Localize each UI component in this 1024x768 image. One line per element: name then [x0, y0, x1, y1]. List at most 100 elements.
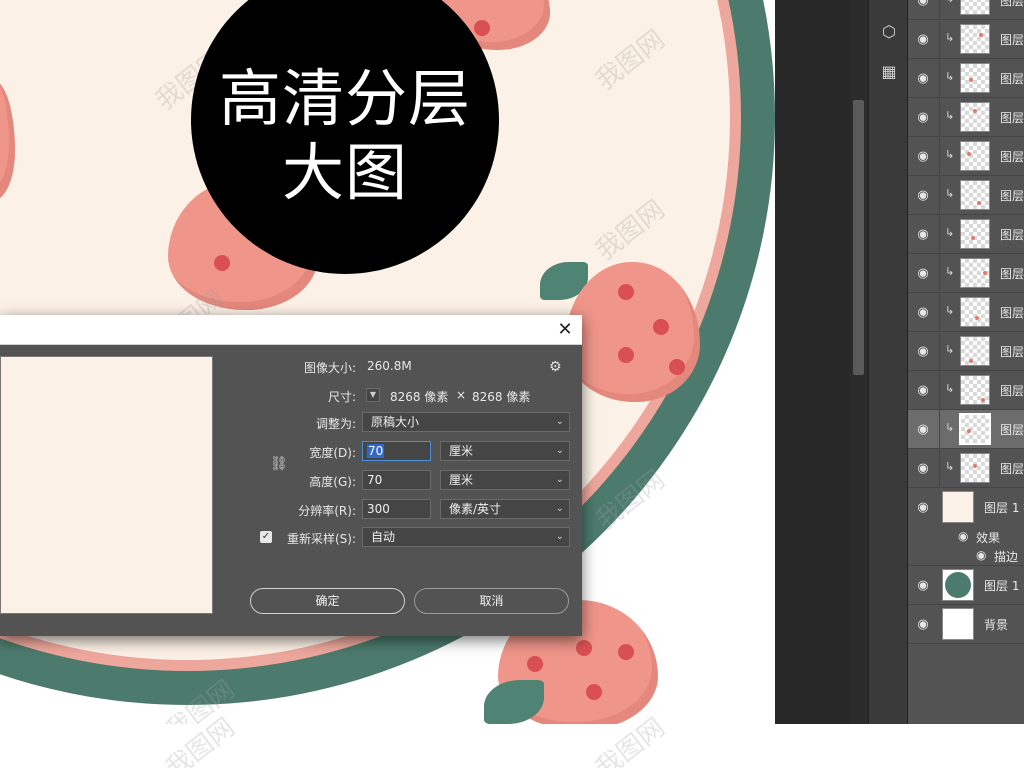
layer-name[interactable]: 图层 — [1000, 421, 1024, 438]
layer-thumbnail — [960, 24, 990, 54]
layer-name[interactable]: 图层 — [1000, 460, 1024, 477]
close-icon[interactable]: ✕ — [553, 319, 577, 341]
layer-name[interactable]: 图层 1 — [984, 577, 1019, 594]
layer-name[interactable]: 图层 — [1000, 265, 1024, 282]
layer-thumbnail — [960, 375, 990, 405]
cancel-button[interactable]: 取消 — [414, 588, 569, 614]
strawberry-seed — [527, 656, 543, 672]
layer-name[interactable]: 图层 — [1000, 343, 1024, 360]
layer-name[interactable]: 图层 — [1000, 382, 1024, 399]
effects-eye-icon[interactable]: ◉ — [958, 529, 968, 543]
layer-row[interactable]: ◉ ↳ 图层 — [908, 371, 1024, 410]
visibility-eye-icon[interactable]: ◉ — [915, 32, 931, 48]
layer-row[interactable]: ◉ ↳ 图层 — [908, 0, 1024, 20]
layer-name[interactable]: 图层 — [1000, 304, 1024, 321]
resolution-value: 300 — [367, 502, 390, 516]
strawberry-seed — [586, 684, 602, 700]
strawberry-seed — [618, 644, 634, 660]
layer-name[interactable]: 图层 — [1000, 226, 1024, 243]
layer-name[interactable]: 图层 — [1000, 31, 1024, 48]
layer-row-selected[interactable]: ◉ ↳ 图层 — [908, 410, 1024, 449]
layer-row[interactable]: ◉ ↳ 图层 — [908, 332, 1024, 371]
visibility-eye-icon[interactable]: ◉ — [915, 188, 931, 204]
resolution-unit-select[interactable]: 像素/英寸 ⌄ — [440, 499, 570, 519]
resample-select[interactable]: 自动 ⌄ — [362, 527, 570, 547]
resolution-input[interactable]: 300 — [362, 499, 431, 519]
layer-name[interactable]: 图层 — [1000, 148, 1024, 165]
layer-name[interactable]: 图层 — [1000, 70, 1024, 87]
column-divider — [939, 215, 940, 254]
visibility-eye-icon[interactable]: ◉ — [915, 383, 931, 399]
3d-cube-icon[interactable]: ⬡ — [875, 18, 903, 46]
link-constrain-icon[interactable]: ⛓ — [270, 456, 288, 472]
visibility-eye-icon[interactable]: ◉ — [915, 344, 931, 360]
stroke-label: 描边 — [994, 550, 1019, 564]
visibility-eye-icon[interactable]: ◉ — [915, 461, 931, 477]
chevron-down-icon[interactable]: ▼ — [366, 388, 380, 402]
visibility-eye-icon[interactable]: ◉ — [915, 71, 931, 87]
layer-thumbnail — [942, 491, 974, 523]
width-unit-select[interactable]: 厘米 ⌄ — [440, 441, 570, 461]
clipping-mask-icon: ↳ — [945, 70, 955, 83]
clipping-mask-icon: ↳ — [945, 304, 955, 317]
layer-row-background[interactable]: ◉ 背景 — [908, 605, 1024, 644]
width-label: 宽度(D): — [309, 446, 356, 460]
width-value: 70 — [367, 444, 385, 458]
layer-row[interactable]: ◉ ↳ 图层 — [908, 449, 1024, 488]
gear-icon[interactable]: ⚙ — [549, 359, 562, 375]
stroke-eye-icon[interactable]: ◉ — [976, 548, 986, 562]
chevron-down-icon: ⌄ — [555, 474, 564, 485]
strawberry-seed — [576, 640, 592, 656]
layer-row[interactable]: ◉ ↳ 图层 — [908, 254, 1024, 293]
scrollbar-thumb[interactable] — [853, 100, 864, 375]
layer-row[interactable]: ◉ ↳ 图层 — [908, 20, 1024, 59]
width-unit-value: 厘米 — [449, 444, 474, 458]
3d-layers-icon[interactable]: ▦ — [875, 58, 903, 86]
layer-thumbnail — [942, 608, 974, 640]
visibility-eye-icon[interactable]: ◉ — [915, 266, 931, 282]
chevron-down-icon: ⌄ — [555, 445, 564, 456]
layer-row-layer-1-copy[interactable]: ◉ 图层 1 拷 — [908, 488, 1024, 526]
layer-name[interactable]: 图层 — [1000, 109, 1024, 126]
visibility-eye-icon[interactable]: ◉ — [915, 500, 931, 516]
visibility-eye-icon[interactable]: ◉ — [915, 0, 931, 9]
clipping-mask-icon: ↳ — [945, 226, 955, 239]
layer-row[interactable]: ◉ ↳ 图层 — [908, 215, 1024, 254]
layer-thumbnail — [960, 0, 990, 15]
visibility-eye-icon[interactable]: ◉ — [915, 227, 931, 243]
layer-row[interactable]: ◉ ↳ 图层 — [908, 176, 1024, 215]
dialog-titlebar[interactable] — [0, 315, 582, 345]
height-input[interactable]: 70 — [362, 470, 431, 490]
height-unit-select[interactable]: 厘米 ⌄ — [440, 470, 570, 490]
clipping-mask-icon: ↳ — [945, 187, 955, 200]
layer-row[interactable]: ◉ ↳ 图层 — [908, 293, 1024, 332]
visibility-eye-icon[interactable]: ◉ — [915, 149, 931, 165]
workspace-background — [775, 0, 850, 724]
column-divider — [939, 332, 940, 371]
visibility-eye-icon[interactable]: ◉ — [915, 110, 931, 126]
layer-row-layer-1[interactable]: ◉ 图层 1 — [908, 566, 1024, 605]
layer-row[interactable]: ◉ ↳ 图层 — [908, 98, 1024, 137]
width-input[interactable]: 70 — [362, 441, 431, 461]
strawberry-seed — [214, 255, 230, 271]
clipping-mask-icon: ↳ — [945, 382, 955, 395]
visibility-eye-icon[interactable]: ◉ — [915, 617, 931, 633]
layer-name[interactable]: 图层 — [1000, 187, 1024, 204]
fit-to-select[interactable]: 原稿大小 ⌄ — [362, 412, 570, 432]
image-preview[interactable] — [0, 356, 213, 614]
visibility-eye-icon[interactable]: ◉ — [915, 422, 931, 438]
stroke-effect-row[interactable]: ◉ 描边 — [908, 546, 1024, 566]
layer-name[interactable]: 图层 — [1000, 0, 1024, 9]
ok-button[interactable]: 确定 — [250, 588, 405, 614]
effects-row[interactable]: ◉ 效果 — [908, 527, 1024, 546]
visibility-eye-icon[interactable]: ◉ — [915, 305, 931, 321]
banner-title-line1: 高清分层 — [218, 62, 471, 135]
visibility-eye-icon[interactable]: ◉ — [915, 578, 931, 594]
layer-row[interactable]: ◉ ↳ 图层 — [908, 59, 1024, 98]
resolution-label: 分辨率(R): — [298, 504, 356, 518]
column-divider — [939, 449, 940, 488]
layer-name[interactable]: 背景 — [984, 616, 1008, 633]
clipping-mask-icon: ↳ — [945, 31, 955, 44]
layer-row[interactable]: ◉ ↳ 图层 — [908, 137, 1024, 176]
layer-name[interactable]: 图层 1 拷 — [984, 499, 1024, 516]
